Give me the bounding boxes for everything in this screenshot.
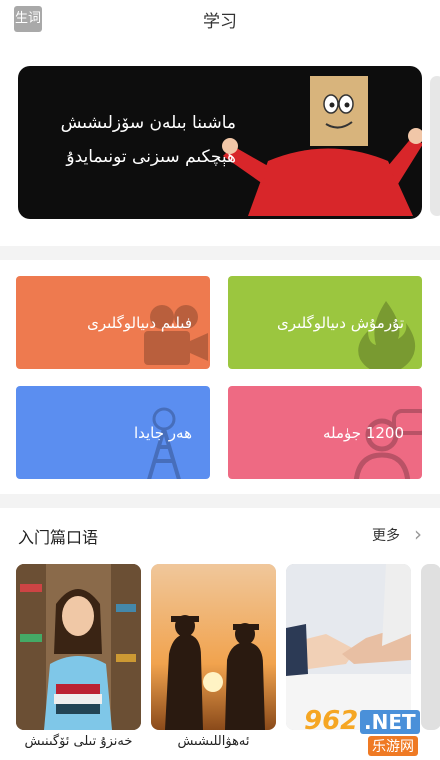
section-title: 入门篇口语: [18, 528, 99, 547]
lesson-label: خەنزۇ تىلى ئۆگىنىش: [24, 734, 133, 749]
lesson-thumb-greetings[interactable]: [151, 564, 276, 730]
card-label: ھەر جايدا: [133, 424, 192, 442]
watermark-net: .NET: [360, 710, 420, 734]
divider: [0, 246, 440, 260]
site-watermark: 962 .NET 乐游网: [300, 706, 436, 756]
card-life-dialogues[interactable]: تۇرمۇش دىيالوگلىرى: [228, 276, 422, 369]
student-photo: [16, 564, 141, 730]
divider: [0, 494, 440, 508]
page-title: 学习: [203, 12, 237, 32]
card-label: تۇرمۇش دىيالوگلىرى: [277, 314, 404, 332]
card-everywhere[interactable]: ھەر جايدا: [16, 386, 210, 479]
chevron-right-icon[interactable]: ›: [414, 522, 422, 546]
next-banner-peek[interactable]: [430, 76, 440, 216]
watermark-site-name: 乐游网: [368, 736, 418, 756]
banner-line-2: ھېچكىم سىزنى تونىمايدۇ: [66, 147, 236, 167]
banner-carousel[interactable]: ماشىنا بىلەن سۆزلىشىش ھېچكىم سىزنى تونىم…: [0, 66, 440, 246]
top-bar: 生词 学习: [0, 0, 440, 38]
watermark-number: 962: [304, 706, 359, 736]
lesson-label: ئەھۋاللىشىش: [177, 734, 250, 749]
banner-slide[interactable]: ماشىنا بىلەن سۆزلىشىش ھېچكىم سىزنى تونىم…: [18, 66, 422, 219]
flame-icon: [358, 301, 416, 369]
sunset-people-photo: [151, 564, 276, 730]
movie-camera-icon: [144, 305, 208, 365]
card-1200-sentences[interactable]: 1200 جۈملە: [228, 386, 422, 479]
banner-line-1: ماشىنا بىلەن سۆزلىشىش: [60, 113, 236, 133]
more-link[interactable]: 更多: [372, 525, 400, 545]
card-movie-dialogues[interactable]: فىلىم دىيالوگلىرى: [16, 276, 210, 369]
card-label: فىلىم دىيالوگلىرى: [87, 314, 192, 332]
section-header: 入门篇口语 更多 ›: [0, 508, 440, 552]
people-chat-icon: [353, 409, 422, 479]
category-grid: فىلىم دىيالوگلىرى تۇرمۇش دىيالوگلىرى ھەر…: [0, 260, 440, 494]
lesson-thumb-learn-chinese[interactable]: [16, 564, 141, 730]
tower-icon: [147, 407, 181, 479]
banner-caption: ماشىنا بىلەن سۆزلىشىش ھېچكىم سىزنى تونىم…: [61, 106, 236, 174]
card-label: 1200 جۈملە: [322, 424, 404, 442]
